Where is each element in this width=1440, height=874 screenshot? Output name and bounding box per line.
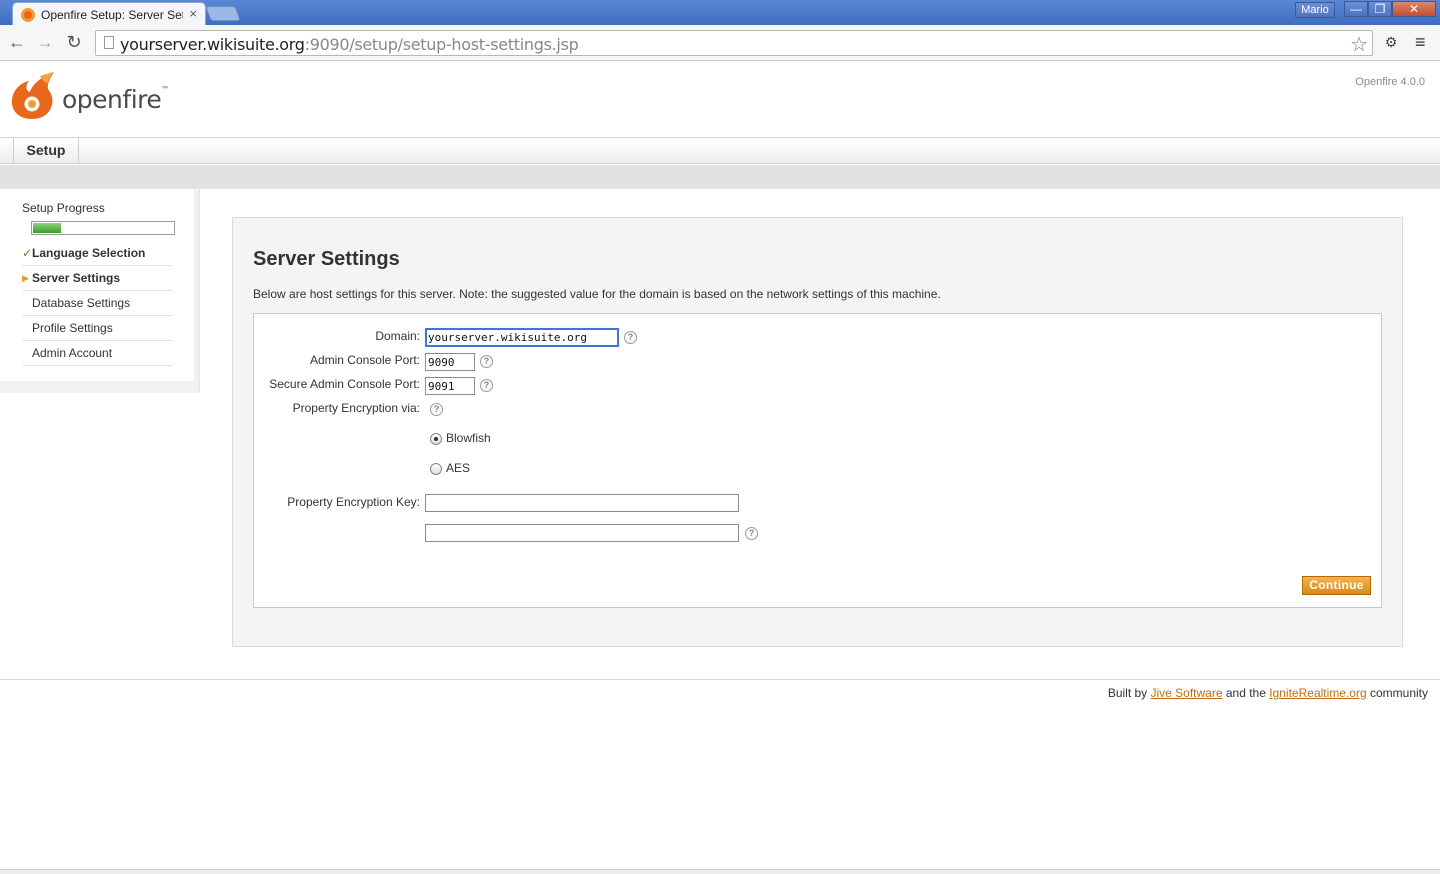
ignite-realtime-link[interactable]: IgniteRealtime.org — [1269, 686, 1366, 700]
step-label: Database Settings — [32, 296, 131, 310]
logo-text: openfire™ — [62, 85, 169, 114]
jive-software-link[interactable]: Jive Software — [1151, 686, 1223, 700]
back-arrow-icon[interactable]: ← — [6, 31, 28, 53]
footer: Built by Jive Software and the IgniteRea… — [1108, 686, 1428, 700]
continue-button[interactable]: Continue — [1302, 576, 1371, 595]
reload-icon[interactable]: ↻ — [63, 31, 85, 53]
page-title: Server Settings — [253, 248, 400, 270]
bookmark-star-icon[interactable]: ☆ — [1350, 32, 1368, 57]
step-database-settings: Database Settings — [22, 291, 172, 316]
address-bar[interactable]: yourserver.wikisuite.org:9090/setup/setu… — [95, 30, 1373, 56]
secure-port-input[interactable]: 9091 — [425, 377, 475, 395]
progress-label: Setup Progress — [22, 201, 105, 215]
aes-label: AES — [446, 461, 471, 475]
blowfish-label: Blowfish — [446, 431, 491, 445]
tab-setup[interactable]: Setup — [13, 138, 79, 164]
admin-port-input[interactable]: 9090 — [425, 353, 475, 371]
openfire-favicon-icon — [21, 8, 35, 22]
url-host: yourserver.wikisuite.org — [120, 35, 305, 54]
footer-divider — [0, 679, 1440, 680]
blowfish-radio[interactable] — [430, 433, 442, 445]
footer-prefix: Built by — [1107, 686, 1151, 700]
url-text[interactable]: yourserver.wikisuite.org:9090/setup/setu… — [120, 35, 579, 54]
openfire-flame-icon — [11, 72, 54, 119]
progress-bar — [31, 221, 175, 235]
admin-port-label: Admin Console Port: — [309, 353, 420, 367]
footer-suffix: community — [1366, 686, 1428, 700]
step-admin-account: Admin Account — [22, 341, 172, 366]
maximize-button[interactable]: ❐ — [1368, 1, 1392, 17]
tab-title: Openfire Setup: Server Settings — [41, 8, 183, 22]
browser-toolbar: ← → ↻ yourserver.wikisuite.org:9090/setu… — [0, 25, 1440, 61]
new-tab-button[interactable] — [205, 6, 241, 21]
sidebar-panel: Setup Progress ✓ Language Selection ▶ Serv… — [0, 189, 194, 381]
encryption-key-label: Property Encryption Key: — [287, 495, 420, 509]
progress-fill — [33, 223, 61, 233]
checkmark-icon: ✓ — [22, 246, 33, 260]
window-bottom-edge — [0, 869, 1440, 874]
page-icon — [104, 36, 114, 49]
minimize-button[interactable]: — — [1344, 1, 1368, 17]
encryption-key-input[interactable] — [425, 494, 739, 512]
forward-arrow-icon[interactable]: → — [34, 31, 56, 53]
setup-steps: ✓ Language Selection ▶ Server Settings Dat… — [22, 241, 172, 366]
domain-label: Domain: — [375, 329, 420, 343]
encryption-via-help-icon[interactable]: ? — [430, 403, 443, 416]
setup-sidebar: Setup Progress ✓ Language Selection ▶ Serv… — [0, 189, 200, 393]
current-step-arrow-icon: ▶ — [22, 273, 29, 283]
encryption-via-label: Property Encryption via: — [292, 401, 420, 415]
page-intro: Below are host settings for this server.… — [253, 287, 941, 301]
domain-help-icon[interactable]: ? — [624, 331, 637, 344]
step-label: Admin Account — [32, 346, 113, 360]
domain-input[interactable]: yourserver.wikisuite.org — [425, 328, 619, 347]
version-label: Openfire 4.0.0 — [1355, 76, 1425, 88]
browser-titlebar: Openfire Setup: Server Settings × Mario … — [0, 0, 1440, 25]
step-profile-settings: Profile Settings — [22, 316, 172, 341]
subnav-band — [0, 165, 1440, 189]
admin-port-help-icon[interactable]: ? — [480, 355, 493, 368]
secure-port-label: Secure Admin Console Port: — [269, 377, 420, 391]
logo-wordmark: openfire — [62, 85, 162, 114]
profile-button[interactable]: Mario — [1295, 2, 1335, 18]
openfire-logo: openfire™ — [8, 68, 169, 122]
step-label: Server Settings — [32, 271, 121, 285]
step-server-settings: ▶ Server Settings — [22, 266, 172, 291]
close-window-button[interactable]: ✕ — [1392, 1, 1436, 17]
tab-close-icon[interactable]: × — [189, 6, 197, 21]
encryption-key-help-icon[interactable]: ? — [745, 527, 758, 540]
step-language-selection: ✓ Language Selection — [22, 241, 172, 266]
logo-trademark: ™ — [161, 85, 169, 94]
browser-tab[interactable]: Openfire Setup: Server Settings × — [12, 2, 206, 25]
menu-icon[interactable]: ≡ — [1415, 32, 1426, 53]
url-path: :9090/setup/setup-host-settings.jsp — [304, 35, 579, 54]
secure-port-help-icon[interactable]: ? — [480, 379, 493, 392]
extension-icon[interactable]: ⚙ — [1383, 34, 1399, 50]
top-nav: Setup — [0, 137, 1440, 164]
step-label: Profile Settings — [32, 321, 113, 335]
footer-middle: and the — [1222, 686, 1270, 700]
encryption-key-confirm-input[interactable] — [425, 524, 739, 542]
step-label: Language Selection — [32, 246, 146, 260]
aes-radio[interactable] — [430, 463, 442, 475]
server-settings-form — [253, 313, 1382, 608]
